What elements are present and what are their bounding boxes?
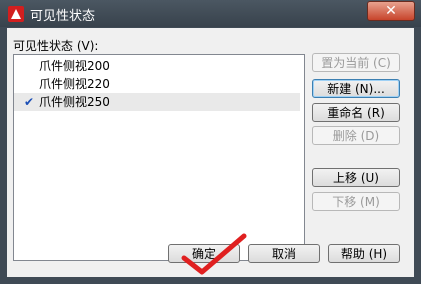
red-checkmark-annotation bbox=[181, 233, 247, 275]
delete-button[interactable]: 删除 (D) bbox=[312, 126, 400, 145]
visibility-states-list[interactable]: 爪件侧视200 爪件侧视220 ✔ 爪件侧视250 bbox=[13, 54, 305, 261]
cancel-button[interactable]: 取消 bbox=[248, 244, 320, 263]
rename-button[interactable]: 重命名 (R) bbox=[312, 103, 400, 122]
move-down-button[interactable]: 下移 (M) bbox=[312, 192, 400, 211]
list-item-label: 爪件侧视220 bbox=[39, 77, 110, 91]
list-item[interactable]: 爪件侧视220 bbox=[14, 75, 300, 93]
help-button[interactable]: 帮助 (H) bbox=[328, 244, 400, 263]
list-item-label: 爪件侧视250 bbox=[39, 95, 110, 109]
close-button[interactable]: ✕ bbox=[367, 1, 415, 21]
set-current-button[interactable]: 置为当前 (C) bbox=[312, 53, 400, 72]
autocad-app-icon bbox=[8, 6, 24, 22]
new-state-button[interactable]: 新建 (N)... bbox=[312, 79, 400, 98]
checkmark-icon: ✔ bbox=[24, 95, 35, 109]
dialog-window: 可见性状态 ✕ 可见性状态 (V): 爪件侧视200 爪件侧视220 ✔ 爪件侧… bbox=[0, 0, 421, 284]
title-bar[interactable]: 可见性状态 ✕ bbox=[0, 0, 421, 27]
list-item-label: 爪件侧视200 bbox=[39, 59, 110, 73]
move-up-button[interactable]: 上移 (U) bbox=[312, 168, 400, 187]
visibility-states-label: 可见性状态 (V): bbox=[13, 39, 99, 53]
list-item[interactable]: 爪件侧视200 bbox=[14, 57, 300, 75]
window-title: 可见性状态 bbox=[30, 9, 96, 24]
list-item-current[interactable]: ✔ 爪件侧视250 bbox=[14, 93, 300, 111]
